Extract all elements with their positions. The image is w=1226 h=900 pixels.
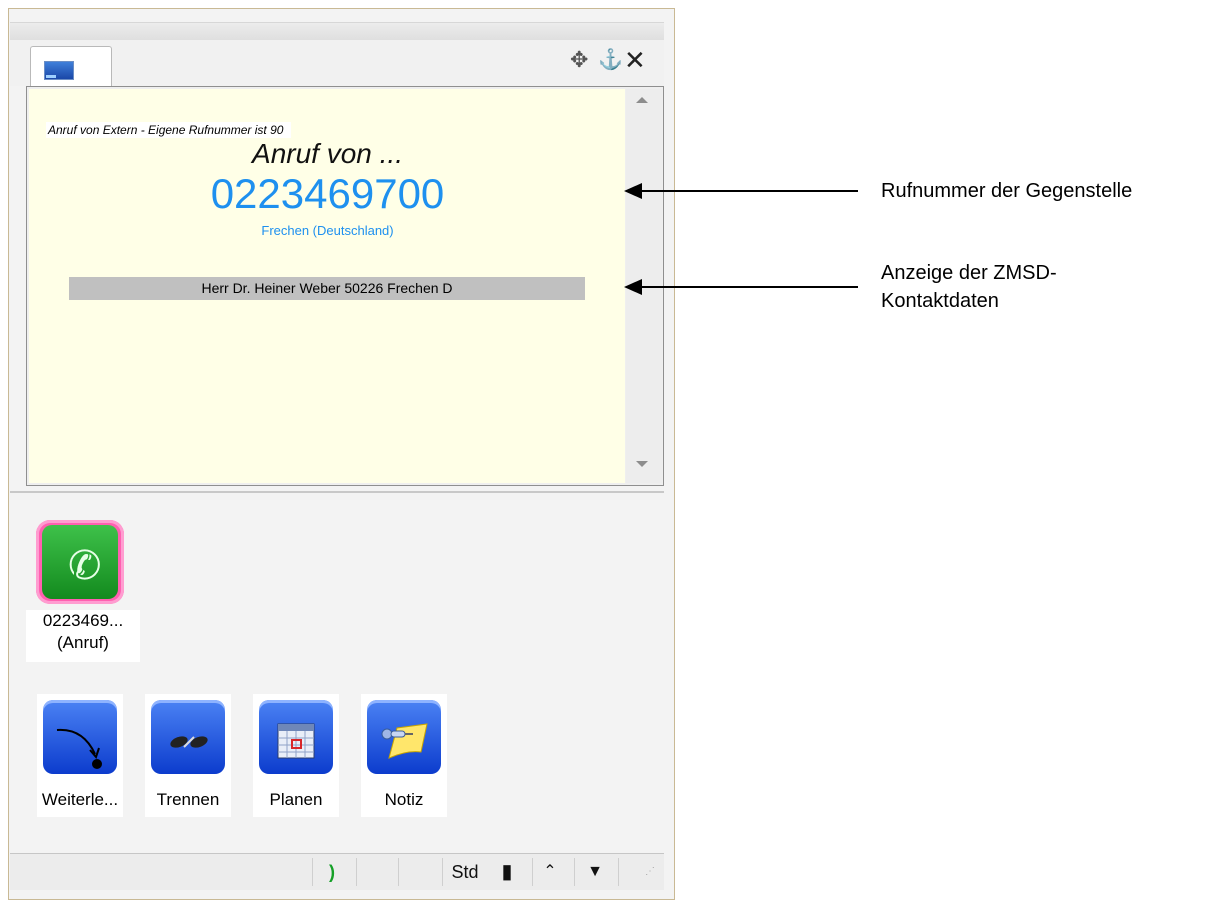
calendar-icon xyxy=(259,700,333,774)
double-chevron-up-icon[interactable]: ⌃ xyxy=(538,854,562,890)
status-separator xyxy=(618,858,619,886)
active-call-face: ✆ xyxy=(42,525,118,599)
plan-button[interactable]: Planen xyxy=(253,694,339,817)
forward-arrow-icon xyxy=(43,700,117,774)
window-top-strip xyxy=(10,22,664,41)
annotation-contact-block: Anzeige der ZMSD- Kontaktdaten xyxy=(881,259,1141,309)
annotation-line xyxy=(640,190,858,192)
monitor-icon xyxy=(44,61,74,80)
active-call-label: 0223469... (Anruf) xyxy=(26,610,140,662)
panel-divider xyxy=(10,491,664,493)
note-button[interactable]: Notiz xyxy=(361,694,447,817)
mobile-phone-icon[interactable]: ▮ xyxy=(496,854,518,890)
scroll-up-icon[interactable] xyxy=(636,97,648,103)
active-call-state: (Anruf) xyxy=(57,633,109,652)
caller-location: Frechen (Deutschland) xyxy=(261,223,394,238)
note-pin-icon xyxy=(367,700,441,774)
annotation-contact-line2: Kontaktdaten xyxy=(881,290,999,309)
active-call-button[interactable]: ✆ xyxy=(36,520,126,606)
active-call-number: 0223469... xyxy=(42,611,124,630)
resize-grip-icon[interactable]: ⋰ xyxy=(640,854,660,890)
call-info-line: Anruf von Extern - Eigene Rufnummer ist … xyxy=(46,122,292,138)
note-label: Notiz xyxy=(384,790,424,809)
contact-data-bar: Herr Dr. Heiner Weber 50226 Frechen D xyxy=(69,277,585,300)
move-icon[interactable]: ✥ xyxy=(570,48,588,72)
forward-button[interactable]: Weiterle... xyxy=(37,694,123,817)
plan-label: Planen xyxy=(269,790,323,809)
status-bar: ) Std ▮ ⌃ ▼ ⋰ xyxy=(10,853,664,890)
caller-number: 0223469700 xyxy=(210,170,445,217)
disconnect-button[interactable]: Trennen xyxy=(145,694,231,817)
status-separator xyxy=(356,858,357,886)
status-separator xyxy=(312,858,313,886)
pin-icon[interactable]: ⚓ xyxy=(598,48,623,72)
status-separator xyxy=(442,858,443,886)
forward-label: Weiterle... xyxy=(41,790,119,809)
annotation-number-label: Rufnummer der Gegenstelle xyxy=(881,180,1133,202)
scroll-down-icon[interactable] xyxy=(636,461,648,467)
annotation-line xyxy=(640,286,858,288)
tab-bar: ✥ ⚓ ✕ xyxy=(10,40,664,88)
call-from-heading: Anruf von ... xyxy=(252,138,403,169)
tab-call[interactable] xyxy=(30,46,112,88)
phone-handset-icon[interactable]: ) xyxy=(322,854,342,890)
status-separator xyxy=(532,858,533,886)
disconnect-icon xyxy=(151,700,225,774)
status-separator xyxy=(398,858,399,886)
annotation-contact-line1: Anzeige der ZMSD- xyxy=(881,262,1057,284)
std-status[interactable]: Std xyxy=(446,854,484,890)
status-separator xyxy=(574,858,575,886)
close-icon[interactable]: ✕ xyxy=(624,47,646,73)
triangle-down-icon[interactable]: ▼ xyxy=(582,854,608,890)
disconnect-label: Trennen xyxy=(156,790,220,809)
phone-handset-icon: ✆ xyxy=(68,544,102,588)
